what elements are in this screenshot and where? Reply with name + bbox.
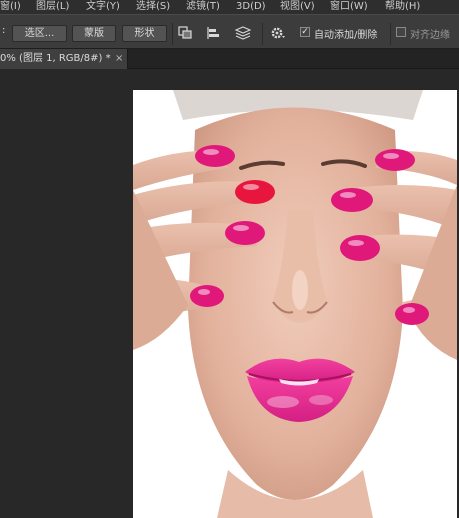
document-canvas[interactable] (133, 90, 457, 518)
make-selection-button[interactable]: 选区... (12, 25, 67, 42)
menu-item-help[interactable]: 帮助(H) (385, 0, 420, 14)
menu-item-type[interactable]: 文字(Y) (86, 0, 120, 14)
auto-add-delete-label: 自动添加/删除 (314, 30, 378, 41)
gear-icon[interactable] (270, 26, 286, 40)
menu-item-view[interactable]: 视图(V) (280, 0, 315, 14)
separator (262, 23, 263, 45)
options-grip: : (2, 25, 6, 36)
menu-item-window-i[interactable]: 窗(I) (0, 0, 21, 14)
auto-add-delete-checkbox[interactable]: ✓ (300, 27, 310, 37)
close-icon[interactable]: × (115, 49, 123, 69)
portrait-photo (133, 90, 457, 518)
document-tab[interactable]: 0% (图层 1, RGB/8#) * × (0, 49, 128, 69)
menu-item-select[interactable]: 选择(S) (136, 0, 170, 14)
separator (172, 23, 173, 45)
align-edges-checkbox[interactable] (396, 27, 406, 37)
make-shape-button[interactable]: 形状 (122, 25, 167, 42)
menu-bar: 窗(I) 图层(L) 文字(Y) 选择(S) 滤镜(T) 3D(D) 视图(V)… (0, 0, 459, 14)
path-align-icon[interactable] (206, 26, 222, 40)
menu-item-layer[interactable]: 图层(L) (36, 0, 69, 14)
make-mask-button[interactable]: 蒙版 (72, 25, 116, 42)
nail (195, 145, 235, 167)
options-bar: : 选区... 蒙版 形状 ✓ 自动添加/删除 对齐边缘 (0, 14, 459, 49)
document-tab-title: 0% (图层 1, RGB/8#) * (0, 53, 111, 64)
menu-item-window[interactable]: 窗口(W) (330, 0, 368, 14)
menu-item-filter[interactable]: 滤镜(T) (186, 0, 220, 14)
document-tab-bar: 0% (图层 1, RGB/8#) * × (0, 49, 459, 69)
path-arrange-icon[interactable] (234, 25, 252, 41)
path-combine-icon[interactable] (178, 26, 194, 40)
separator (390, 23, 391, 45)
menu-item-3d[interactable]: 3D(D) (236, 0, 266, 14)
align-edges-label: 对齐边缘 (410, 30, 450, 41)
